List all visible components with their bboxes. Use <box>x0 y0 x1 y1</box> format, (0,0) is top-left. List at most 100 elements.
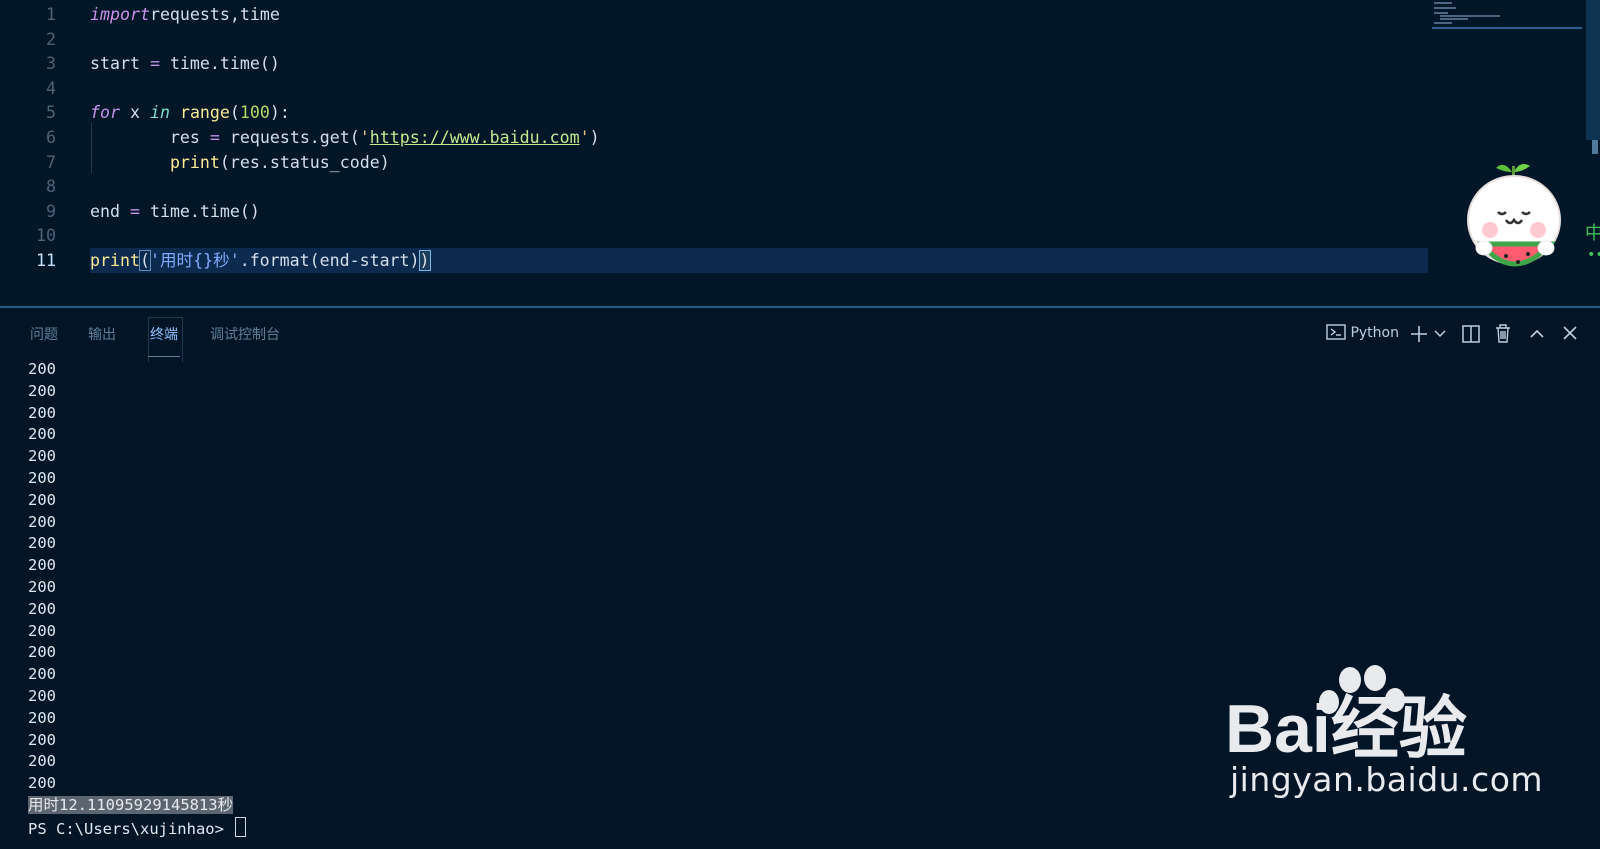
minimap-current-line <box>1432 27 1582 29</box>
terminal-output-line: 200 <box>28 425 56 444</box>
code-text: importrequests,time <box>90 2 280 27</box>
code-token: in <box>149 103 170 123</box>
code-token: = <box>129 201 140 221</box>
line-number: 9 <box>46 201 56 221</box>
code-token: ( <box>138 250 151 271</box>
line-number: 4 <box>46 78 56 98</box>
terminal-output-line: 200 <box>28 730 56 749</box>
code-token: ) <box>589 128 600 147</box>
watermelon-mascot-sticker <box>1467 164 1561 267</box>
line-number: 2 <box>46 29 56 49</box>
terminal-output-line: 200 <box>28 360 56 378</box>
code-token: start <box>90 54 150 74</box>
terminal-prompt-line[interactable]: PS C:\Users\xujinhao> <box>28 816 247 839</box>
maximize-panel-chevron-up-icon[interactable] <box>1529 328 1545 340</box>
terminal-output-line: 200 <box>28 577 56 596</box>
code-token: res <box>90 128 210 147</box>
tab-output[interactable]: 输出 <box>88 324 116 346</box>
code-line[interactable]: 1 importrequests,time <box>0 2 1430 27</box>
code-token: end <box>90 201 130 221</box>
terminal-output-line: 200 <box>28 665 56 684</box>
ime-dots-icon: •• <box>1587 247 1600 263</box>
terminal-timing-line: 用时12.11095929145813秒 <box>28 795 246 817</box>
code-text: for x in range(100): <box>90 100 290 125</box>
code-token: print <box>90 251 140 270</box>
terminal-output-line: 200 <box>28 643 56 662</box>
new-terminal-plus-icon[interactable] <box>1410 325 1428 343</box>
code-token: https://www.baidu.com <box>369 128 580 147</box>
terminal-icon <box>1326 324 1346 340</box>
tab-debug-console[interactable]: 调试控制台 <box>210 324 280 346</box>
code-line[interactable]: 5 for x in range(100): <box>0 100 1430 125</box>
scrollbar-thumb[interactable] <box>1586 0 1600 140</box>
timing-output: 用时12.11095929145813秒 <box>28 795 234 814</box>
code-token: time.time() <box>159 54 280 74</box>
code-line[interactable]: 2 <box>0 27 1430 52</box>
code-text: print(res.status_code) <box>90 150 390 175</box>
tab-terminal[interactable]: 终端 <box>148 324 180 357</box>
terminal-output-line: 200 <box>28 534 56 553</box>
code-text: end = time.time() <box>90 199 260 224</box>
code-line[interactable]: 3 start = time.time() <box>0 51 1430 76</box>
split-terminal-icon[interactable] <box>1462 325 1480 343</box>
code-token: x <box>119 103 150 123</box>
line-number: 8 <box>46 177 56 197</box>
line-number: 10 <box>36 226 56 246</box>
code-token: ( <box>229 103 240 123</box>
code-token: for <box>90 103 120 123</box>
code-token: .format(end-start) <box>239 251 420 270</box>
terminal-output-line: 200 <box>28 752 56 771</box>
line-number: 3 <box>46 54 56 74</box>
terminal-output[interactable]: 200 200 200 200 200 200 200 200 200 200 200 200 200 2… <box>28 359 247 839</box>
line-number: 11 <box>36 251 56 270</box>
code-token: = <box>149 54 160 74</box>
code-token: range <box>179 103 230 123</box>
code-token: time.time() <box>139 201 260 221</box>
trash-icon[interactable] <box>1495 324 1511 343</box>
watermark-brand: Bai经验 <box>1225 691 1467 767</box>
code-line[interactable]: 7 print(res.status_code) <box>0 150 1430 175</box>
line-number: 5 <box>46 103 56 123</box>
terminal-output-line: 200 <box>28 599 56 618</box>
line-number: 6 <box>46 128 56 147</box>
close-panel-icon[interactable] <box>1563 326 1577 340</box>
code-line[interactable]: 9 end = time.time() <box>0 199 1430 224</box>
terminal-output-line: 200 <box>28 468 56 487</box>
code-token: ' <box>579 128 590 147</box>
watermark-url: jingyan.baidu.com <box>1230 760 1544 799</box>
terminal-output-line: 200 <box>28 686 56 705</box>
code-line[interactable]: 4 <box>0 76 1430 101</box>
terminal-output-line: 200 <box>28 490 56 509</box>
code-text: print('用时{}秒'.format(end-start)) <box>90 248 431 273</box>
terminal-profile-button[interactable]: Python <box>1326 322 1399 344</box>
scrollbar-marker <box>1592 140 1598 154</box>
terminal-output-line: 200 <box>28 621 56 640</box>
terminal-profile-label: Python <box>1350 325 1399 341</box>
code-token: requests.get( <box>219 128 360 147</box>
terminal-output-line: 200 <box>28 512 56 531</box>
code-token: requests,time <box>149 5 280 24</box>
code-line[interactable]: 8 <box>0 174 1430 199</box>
chevron-down-icon[interactable] <box>1434 329 1446 339</box>
code-text: start = time.time() <box>90 51 280 76</box>
code-token: print <box>169 152 220 172</box>
code-line[interactable]: 11 print('用时{}秒'.format(end-start)) <box>0 248 1430 273</box>
terminal-output-line: 200 <box>28 774 56 793</box>
terminal-prompt: PS C:\Users\xujinhao> <box>28 819 234 838</box>
terminal-lines: 200 200 200 200 200 200 200 200 200 200 200 200 200 2… <box>28 359 246 795</box>
terminal-output-line: 200 <box>28 447 56 466</box>
ime-indicator[interactable]: 中 <box>1585 219 1600 245</box>
terminal-cursor <box>235 816 247 837</box>
tab-problems[interactable]: 问题 <box>30 324 58 346</box>
terminal-output-line: 200 <box>28 708 56 727</box>
terminal-output-line: 200 <box>28 381 56 400</box>
code-line[interactable]: 10 <box>0 223 1430 248</box>
code-token: (res.status_code) <box>219 152 390 172</box>
code-token: import <box>90 5 150 24</box>
terminal-output-line: 200 <box>28 556 56 575</box>
code-editor[interactable]: 1 importrequests,time 2 3 start = time.time(… <box>0 0 1600 306</box>
code-token: '用时{}秒' <box>149 251 240 270</box>
code-line[interactable]: 6 res = requests.get('https://www.baidu.… <box>0 125 1430 150</box>
